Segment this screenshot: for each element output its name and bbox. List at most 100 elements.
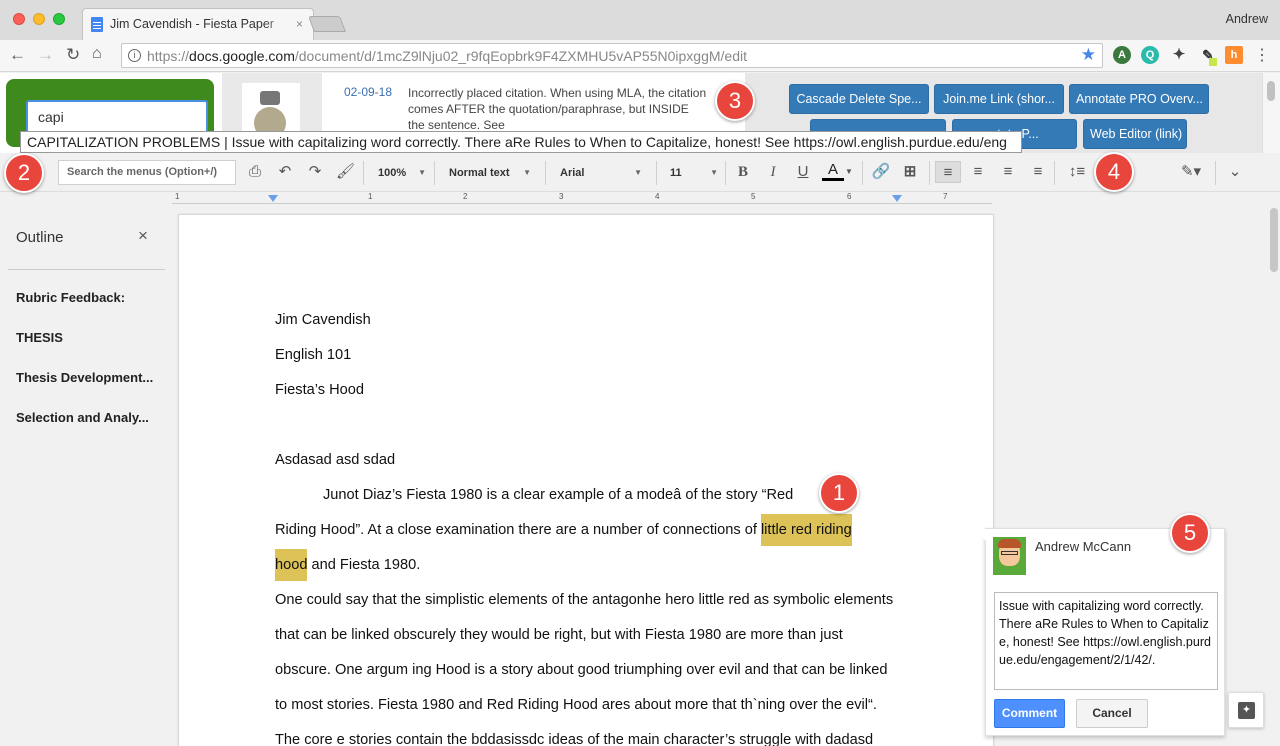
- print-icon[interactable]: ⎙: [246, 161, 264, 183]
- highlighted-text[interactable]: little red riding: [760, 514, 852, 546]
- comment-description: Incorrectly placed citation. When using …: [408, 86, 707, 129]
- docs-toolbar: Search the menus (Option+/) ⎙ ↶ ↷ 🖌 100%…: [0, 154, 1280, 192]
- outline-item[interactable]: Rubric Feedback:: [16, 290, 164, 305]
- doc-paragraph-line: hood and Fiesta 1980.: [275, 549, 420, 581]
- menu-icon[interactable]: ⋮: [1254, 45, 1270, 65]
- outline-item[interactable]: Thesis Development...: [16, 370, 164, 385]
- style-select[interactable]: Normal text ▼: [449, 162, 531, 184]
- comment-button[interactable]: Comment: [994, 699, 1065, 728]
- new-tab-button[interactable]: [308, 16, 346, 32]
- outline-title: Outline: [16, 229, 64, 246]
- comment-suggestion-tooltip[interactable]: CAPITALIZATION PROBLEMS | Issue with cap…: [20, 131, 1022, 153]
- right-indent-marker[interactable]: [892, 195, 902, 202]
- add-comment-icon[interactable]: ⊞: [900, 161, 920, 183]
- outline-item[interactable]: Selection and Analy...: [16, 410, 164, 425]
- ruler-number: 1: [368, 192, 373, 201]
- editing-mode-icon[interactable]: ✎▾: [1176, 161, 1206, 183]
- underline-button[interactable]: U: [794, 161, 812, 183]
- outline-item[interactable]: THESIS: [16, 330, 164, 345]
- annotation-badge: 1: [819, 473, 859, 513]
- collapse-toolbar-icon[interactable]: ⌄: [1224, 161, 1246, 183]
- text-color-button[interactable]: A: [822, 161, 844, 181]
- comment-bank-search-input[interactable]: capi: [26, 100, 208, 134]
- doc-paragraph-line: Junot Diaz’s Fiesta 1980 is a clear exam…: [323, 487, 794, 503]
- doc-paragraph-line: One could say that the simplistic elemen…: [275, 592, 894, 608]
- url-text: https://docs.google.com/document/d/1mcZ9…: [147, 48, 747, 64]
- extension-a-icon[interactable]: A: [1113, 46, 1131, 64]
- close-icon[interactable]: ×: [138, 226, 148, 246]
- ruler-number: 1: [175, 192, 180, 201]
- window-maximize-button[interactable]: [53, 13, 65, 25]
- web-editor-button[interactable]: Web Editor (link): [1083, 119, 1187, 149]
- comment-box: Andrew McCann Issue with capitalizing wo…: [974, 528, 1225, 736]
- align-left-button[interactable]: ≡: [935, 161, 961, 183]
- annotation-badge: 5: [1170, 513, 1210, 553]
- cancel-button[interactable]: Cancel: [1076, 699, 1148, 728]
- ruler-number: 6: [847, 192, 852, 201]
- evernote-icon[interactable]: ✦: [1170, 46, 1188, 64]
- italic-button[interactable]: I: [764, 161, 782, 183]
- plugin-scrollbar[interactable]: [1262, 73, 1280, 153]
- star-icon[interactable]: ★: [1081, 45, 1096, 65]
- window-minimize-button[interactable]: [33, 13, 45, 25]
- forward-icon[interactable]: →: [37, 45, 54, 65]
- doc-paragraph-line: The core e stories contain the bddasissd…: [275, 732, 874, 746]
- window-close-button[interactable]: [13, 13, 25, 25]
- align-right-button[interactable]: ≡: [998, 161, 1018, 183]
- address-bar[interactable]: i https://docs.google.com/document/d/1mc…: [121, 43, 1103, 68]
- tab-close-icon[interactable]: ×: [296, 17, 303, 31]
- chevron-down-icon[interactable]: ▼: [844, 161, 854, 183]
- outline-panel: Outline × Rubric Feedback: THESIS Thesis…: [0, 206, 170, 746]
- browser-tab-active[interactable]: Jim Cavendish - Fiesta Paper ×: [82, 8, 314, 40]
- google-docs-icon: [91, 17, 103, 32]
- document-page[interactable]: Jim Cavendish English 101 Fiesta’s Hood …: [178, 214, 994, 746]
- justify-button[interactable]: ≡: [1028, 161, 1048, 183]
- align-center-button[interactable]: ≡: [968, 161, 988, 183]
- ruler-number: 7: [943, 192, 948, 201]
- doc-paragraph-line: to most stories. Fiesta 1980 and Red Rid…: [275, 697, 877, 713]
- back-icon[interactable]: ←: [9, 45, 26, 65]
- ruler-number: 4: [655, 192, 660, 201]
- explore-icon: ✦: [1238, 702, 1255, 719]
- font-size-select[interactable]: 11 ▼: [670, 162, 718, 184]
- ruler-number: 3: [559, 192, 564, 201]
- profile-name[interactable]: Andrew: [1226, 12, 1268, 26]
- hubspot-icon[interactable]: h: [1225, 46, 1243, 64]
- doc-title: Fiesta’s Hood: [275, 382, 364, 398]
- doc-course: English 101: [275, 347, 352, 363]
- annotate-extension-icon[interactable]: ✎: [1199, 46, 1217, 66]
- doc-author: Jim Cavendish: [275, 312, 371, 328]
- joinme-link-button[interactable]: Join.me Link (shor...: [934, 84, 1064, 114]
- extension-q-icon[interactable]: Q: [1141, 46, 1159, 64]
- zoom-select[interactable]: 100% ▼: [378, 162, 426, 184]
- highlighted-text[interactable]: hood: [275, 549, 308, 581]
- comment-textarea[interactable]: Issue with capitalizing word correctly. …: [994, 592, 1218, 690]
- menu-search-input[interactable]: Search the menus (Option+/): [58, 160, 236, 185]
- ruler[interactable]: 1 1 2 3 4 5 6 7: [0, 192, 1280, 205]
- explore-button[interactable]: ✦: [1228, 692, 1264, 728]
- annotation-badge: 2: [4, 153, 44, 193]
- undo-icon[interactable]: ↶: [276, 161, 294, 183]
- info-icon[interactable]: i: [128, 49, 141, 62]
- left-indent-marker[interactable]: [268, 195, 278, 202]
- avatar: [993, 537, 1026, 575]
- link-icon[interactable]: 🔗: [870, 161, 892, 183]
- browser-tab-bar: Jim Cavendish - Fiesta Paper × Andrew: [0, 0, 1280, 40]
- annotation-badge: 3: [715, 81, 755, 121]
- tab-title: Jim Cavendish - Fiesta Paper: [110, 17, 274, 31]
- paint-format-icon[interactable]: 🖌: [336, 161, 355, 183]
- annotate-pro-overview-button[interactable]: Annotate PRO Overv...: [1069, 84, 1209, 114]
- annotation-badge: 4: [1094, 152, 1134, 192]
- line-spacing-icon[interactable]: ↕≡: [1062, 161, 1092, 183]
- ruler-number: 2: [463, 192, 468, 201]
- bold-button[interactable]: B: [734, 161, 752, 183]
- document-scrollbar[interactable]: [1267, 206, 1280, 746]
- redo-icon[interactable]: ↷: [306, 161, 324, 183]
- home-icon[interactable]: ⌂: [92, 45, 102, 63]
- reload-icon[interactable]: ↻: [66, 45, 80, 65]
- ruler-number: 5: [751, 192, 756, 201]
- font-select[interactable]: Arial ▼: [560, 162, 642, 184]
- doc-paragraph-line: obscure. One argum ing Hood is a story a…: [275, 662, 888, 678]
- doc-paragraph-line: that can be linked obscurely they would …: [275, 627, 843, 643]
- cascade-delete-button[interactable]: Cascade Delete Spe...: [789, 84, 929, 114]
